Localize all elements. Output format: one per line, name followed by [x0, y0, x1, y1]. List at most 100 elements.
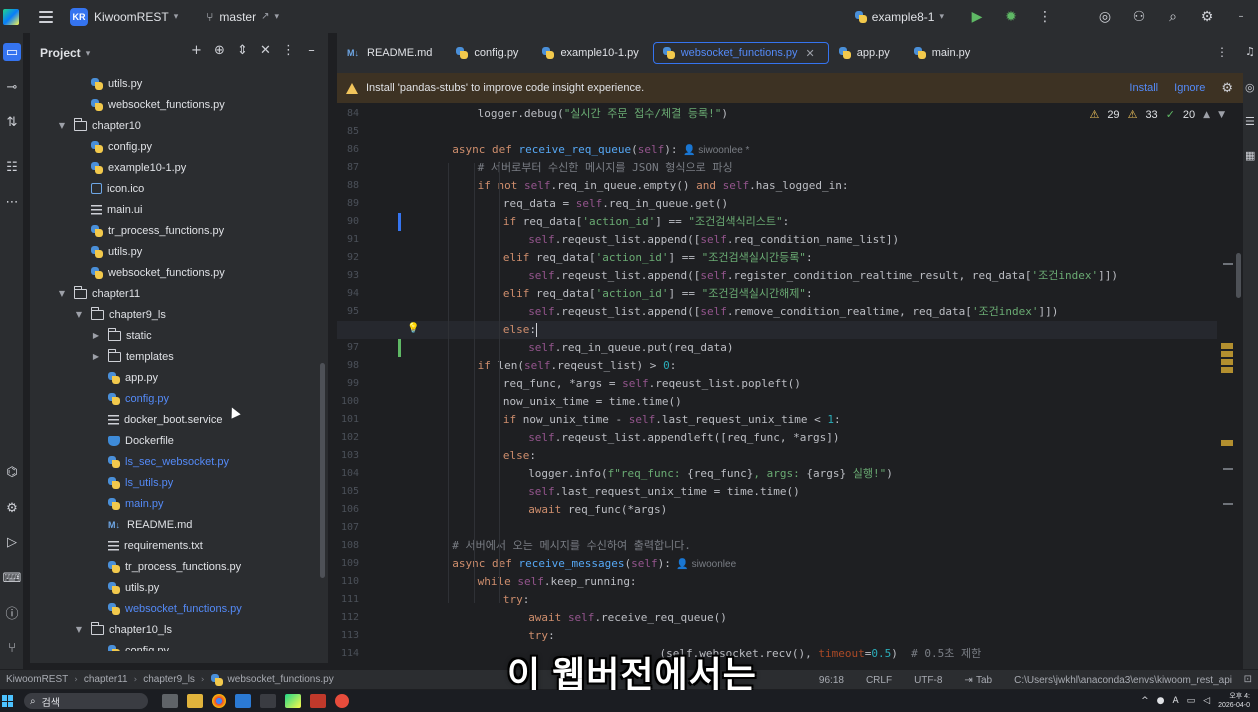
project-tree-scrollbar[interactable]	[320, 363, 325, 578]
tree-file[interactable]: tr_process_functions.py	[30, 556, 241, 577]
editor-tab[interactable]: app.py	[829, 33, 904, 73]
code-line[interactable]: while self.keep_running:	[478, 573, 637, 591]
code-line[interactable]: async def receive_req_queue(self): 👤 siw…	[452, 141, 749, 159]
recorder-icon[interactable]	[335, 694, 349, 708]
tree-file[interactable]: ls_utils.py	[30, 472, 173, 493]
code-line[interactable]: logger.debug("실시간 주문 접수/체결 등록!")	[478, 105, 728, 123]
code-line[interactable]: await self.receive_req_queue()	[528, 609, 727, 627]
editor-tab[interactable]: example10-1.py	[532, 33, 652, 73]
code-line[interactable]: req_data = self.req_in_queue.get()	[503, 195, 728, 213]
tree-file[interactable]: utils.py	[30, 73, 142, 94]
tree-file[interactable]: main.ui	[30, 199, 142, 220]
tree-file[interactable]: config.py	[30, 136, 152, 157]
services-icon[interactable]: ⚙	[3, 499, 21, 517]
locate-file-icon[interactable]: ⊕	[211, 43, 228, 58]
more-tools-icon[interactable]: ⋯	[3, 193, 21, 211]
git-icon[interactable]: ⑂	[3, 639, 21, 657]
photos-icon[interactable]	[235, 694, 251, 708]
error-stripe-marker[interactable]	[1221, 351, 1233, 357]
lock-icon[interactable]: ⊡	[1244, 674, 1252, 685]
code-line[interactable]: else:	[503, 447, 536, 465]
code-line[interactable]: if not self.req_in_queue.empty() and sel…	[478, 177, 849, 195]
code-line[interactable]: self.req_in_queue.put(req_data)	[528, 339, 733, 357]
error-stripe-marker[interactable]	[1223, 468, 1233, 470]
error-stripe-marker[interactable]	[1223, 263, 1233, 265]
chevron-down-icon[interactable]: ▼	[73, 625, 85, 634]
terminal-app-icon[interactable]	[260, 694, 276, 708]
hide-panel-icon[interactable]: –	[303, 43, 320, 58]
tree-folder[interactable]: ▼ chapter11	[30, 283, 140, 304]
tray-overflow-icon[interactable]: ^	[1141, 696, 1149, 706]
tree-file[interactable]: ls_sec_websocket.py	[30, 451, 229, 472]
taskbar-search[interactable]: ⌕ 검색	[24, 693, 148, 709]
database-icon[interactable]: ☰	[1245, 115, 1258, 129]
editor-tab[interactable]: main.py	[904, 33, 985, 73]
code-line[interactable]: else:	[503, 321, 538, 339]
clock[interactable]: 오후 4: 2026-04-0	[1218, 692, 1250, 710]
breadcrumb-item[interactable]: websocket_functions.py	[228, 674, 334, 685]
python-packages-icon[interactable]: ⌬	[3, 463, 21, 481]
code-line[interactable]: now_unix_time = time.time()	[503, 393, 682, 411]
search-icon[interactable]: ⌕	[1156, 0, 1190, 33]
file-explorer-icon[interactable]	[187, 694, 203, 708]
code-line[interactable]: req_func, *args = self.reqeust_list.popl…	[503, 375, 801, 393]
install-link[interactable]: Install	[1129, 82, 1158, 94]
new-file-icon[interactable]: +	[188, 43, 205, 58]
code-line[interactable]: elif req_data['action_id'] == "조건검색실시간해제…	[503, 285, 813, 303]
code-line[interactable]: await req_func(*args)	[528, 501, 667, 519]
ai-assistant-icon[interactable]: ◎	[1088, 0, 1122, 33]
code-line[interactable]: self.reqeust_list.append([self.remove_co…	[528, 303, 1058, 321]
editor-tab[interactable]: websocket_functions.py ✕	[652, 33, 829, 73]
tree-file[interactable]: websocket_functions.py	[30, 94, 225, 115]
code-line[interactable]: logger.info(f"req_func: {req_func}, args…	[528, 465, 893, 483]
error-stripe-marker[interactable]	[1221, 343, 1233, 349]
code-line[interactable]: # 서버로부터 수신한 메시지를 JSON 형식으로 파싱	[478, 159, 733, 177]
code-line[interactable]: elif req_data['action_id'] == "조건검색실시간등록…	[503, 249, 813, 267]
chevron-right-icon[interactable]: ▶	[90, 331, 102, 340]
branch-switcher[interactable]: ⑂ master ↗ ▾	[206, 10, 279, 24]
tree-folder[interactable]: ▼ chapter9_ls	[30, 304, 166, 325]
code-line[interactable]: self.reqeust_list.append([self.req_condi…	[528, 231, 899, 249]
more-actions-icon[interactable]: ⋮	[1028, 0, 1062, 33]
code-line[interactable]: if req_data['action_id'] == "조건검색식리스트":	[503, 213, 789, 231]
ime-icon[interactable]: A	[1172, 696, 1178, 706]
tree-folder[interactable]: ▶ templates	[30, 346, 174, 367]
tree-file[interactable]: example10-1.py	[30, 157, 186, 178]
error-stripe-marker[interactable]	[1223, 503, 1233, 505]
code-line[interactable]: self.last_request_unix_time = time.time(…	[528, 483, 800, 501]
tree-file[interactable]: utils.py	[30, 577, 159, 598]
microphone-icon[interactable]: ●	[1157, 696, 1165, 706]
code-line[interactable]: self.reqeust_list.appendleft([req_func, …	[528, 429, 839, 447]
expand-collapse-icon[interactable]: ⇕	[234, 43, 251, 58]
breadcrumb-item[interactable]: KiwoomREST	[6, 674, 68, 685]
chrome-icon[interactable]	[212, 694, 226, 708]
inspection-widget[interactable]: ⚠ 29 ⚠ 33 ✓ 20 ▲ ▼	[1089, 108, 1225, 121]
lightbulb-icon[interactable]: 💡	[407, 323, 419, 335]
code-line[interactable]: # 서버에서 오는 메시지를 수신하여 출력합니다.	[452, 537, 691, 555]
banner-settings-gear-icon[interactable]: ⚙	[1221, 81, 1233, 96]
file-encoding[interactable]: UTF-8	[914, 675, 942, 686]
tree-file[interactable]: docker_boot.service	[30, 409, 222, 430]
task-view-icon[interactable]	[162, 694, 178, 708]
breadcrumb-item[interactable]: chapter11	[84, 674, 128, 685]
project-switcher[interactable]: KR KiwoomREST ▾	[70, 7, 178, 26]
ai-chat-icon[interactable]: ◎	[1245, 81, 1258, 95]
editor-tab[interactable]: config.py	[446, 33, 532, 73]
previous-highlight-icon[interactable]: ▲	[1203, 110, 1210, 120]
settings-gear-icon[interactable]: ⚙	[1190, 0, 1224, 33]
code-line[interactable]: self.reqeust_list.append([self.register_…	[528, 267, 1118, 285]
tree-file[interactable]: websocket_functions.py	[30, 598, 242, 619]
problems-icon[interactable]: ⓘ	[3, 603, 21, 622]
code-line[interactable]: try:	[528, 627, 555, 645]
editor-scrollbar-thumb[interactable]	[1236, 253, 1241, 298]
minimize-window-icon[interactable]: –	[1224, 0, 1258, 33]
indent-setting[interactable]: ⇥ Tab	[964, 675, 992, 686]
python-interpreter[interactable]: C:\Users\jwkhl\anaconda3\envs\kiwoom_res…	[1014, 675, 1232, 686]
tree-file[interactable]: requirements.txt	[30, 535, 203, 556]
pycharm-icon[interactable]	[285, 694, 301, 708]
commit-icon[interactable]: ⊸	[3, 78, 21, 96]
tree-file[interactable]: icon.ico	[30, 178, 144, 199]
tree-folder[interactable]: ▼ chapter10	[30, 115, 141, 136]
tree-file[interactable]: utils.py	[30, 241, 142, 262]
tree-file[interactable]: websocket_functions.py	[30, 262, 225, 283]
